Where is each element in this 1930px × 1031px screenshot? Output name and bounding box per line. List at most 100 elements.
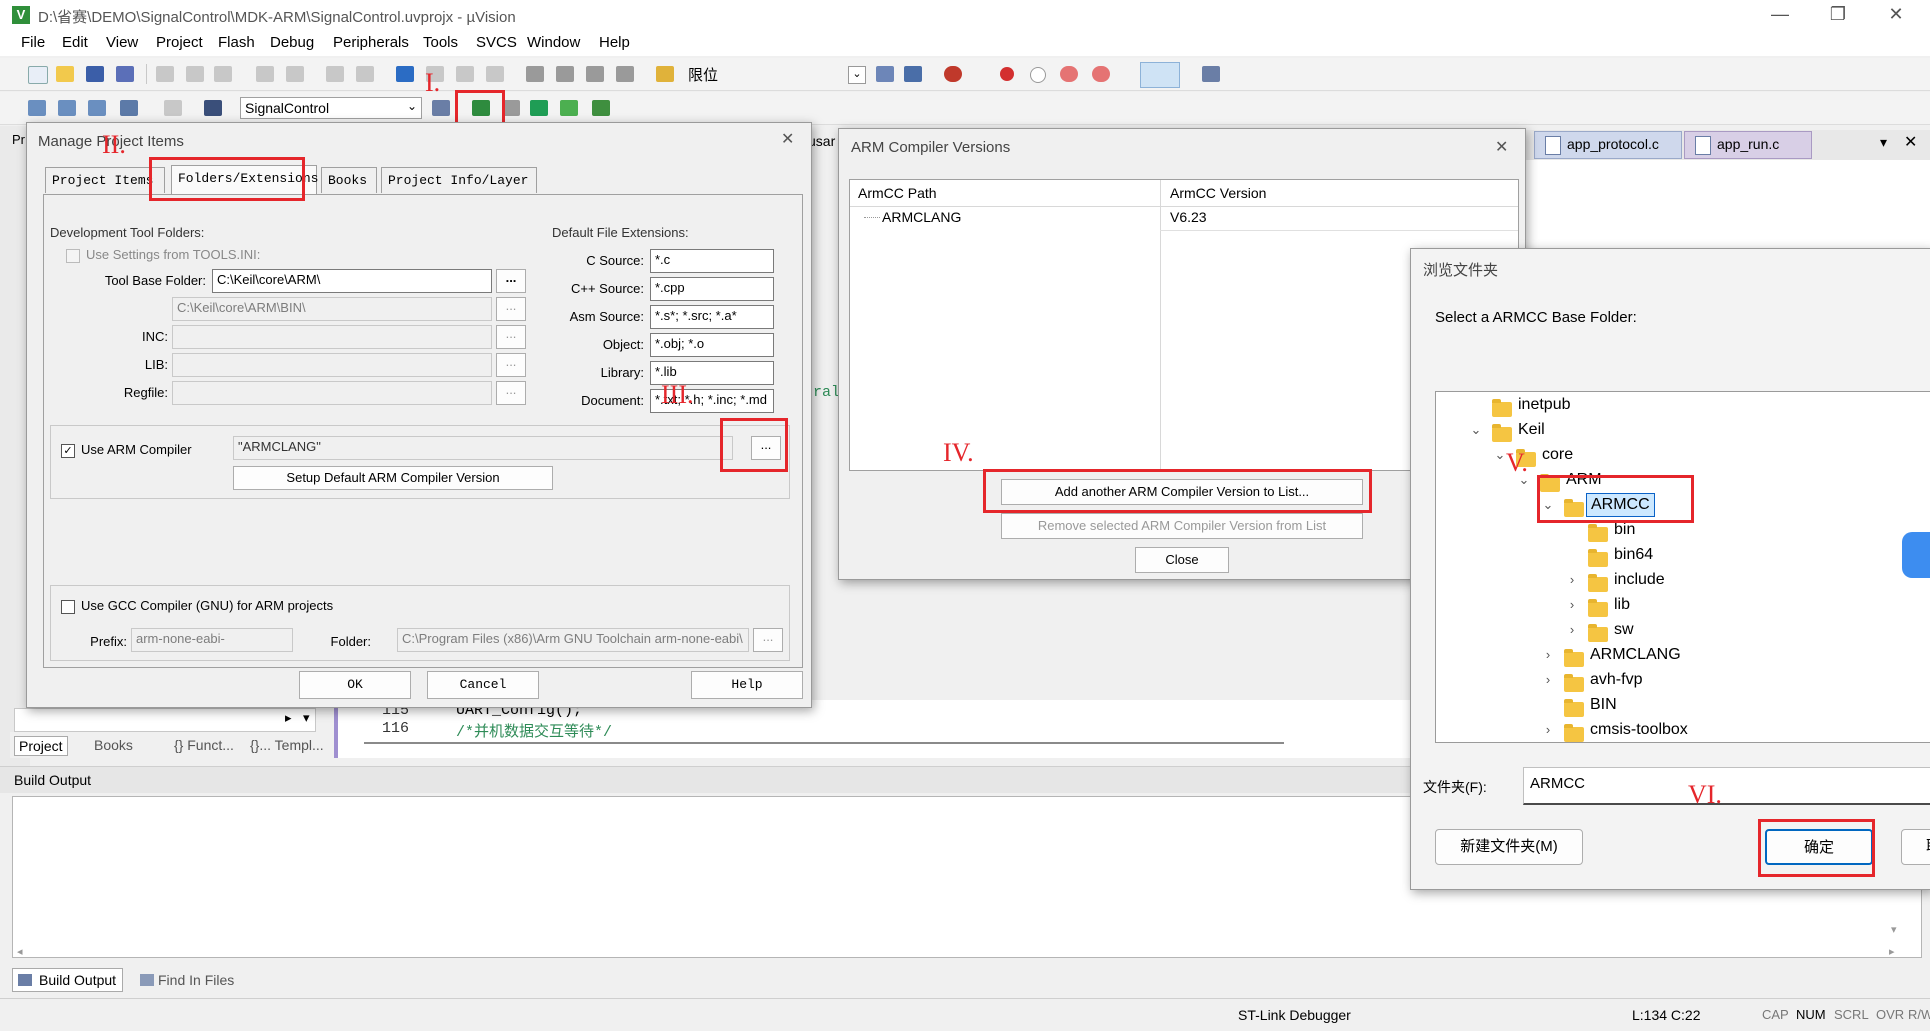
uncomment-icon[interactable] (616, 66, 634, 82)
incremental-find-icon[interactable] (904, 66, 922, 82)
tab-list-dropdown-icon[interactable]: ▾ (1880, 134, 1887, 151)
ext-c-field[interactable]: *.c (650, 249, 774, 273)
tool-base-field[interactable]: C:\Keil\core\ARM\ (212, 269, 492, 293)
chevron-right-icon[interactable]: › (1538, 718, 1558, 742)
folder-tree-item[interactable]: › sw (1436, 618, 1930, 643)
tab-project-info-layer[interactable]: Project Info/Layer (381, 167, 537, 193)
scroll-down-icon[interactable]: ▾ (303, 710, 310, 726)
menu-help[interactable]: Help (599, 34, 630, 51)
menu-debug[interactable]: Debug (270, 34, 314, 51)
navigate-back-icon[interactable] (326, 66, 344, 82)
menu-file[interactable]: File (21, 34, 45, 51)
tab-project-items[interactable]: Project Items (45, 167, 165, 193)
editor-bottom-region[interactable]: 115 UART_Config(); 116 /*并机数据交互等待*/ (334, 700, 1438, 758)
download-load-icon[interactable] (204, 100, 222, 116)
chevron-right-icon[interactable]: › (1562, 618, 1582, 642)
inc-browse-button[interactable]: ... (496, 325, 526, 349)
setup-default-compiler-button[interactable]: Setup Default ARM Compiler Version (233, 466, 553, 490)
scroll-right-icon[interactable]: ▸ (285, 710, 292, 726)
save-icon[interactable] (86, 66, 104, 82)
find-dropdown-chevron-icon[interactable]: ⌄ (848, 66, 866, 84)
stop-build-icon[interactable] (164, 100, 182, 116)
menu-peripherals[interactable]: Peripherals (333, 34, 409, 51)
disable-all-breakpoints-icon[interactable] (1092, 66, 1110, 82)
copy-icon[interactable] (186, 66, 204, 82)
ext-cpp-field[interactable]: *.cpp (650, 277, 774, 301)
folder-tree-item[interactable]: › avh-fvp (1436, 668, 1930, 693)
select-packs-icon[interactable] (560, 100, 578, 116)
use-gcc-checkbox[interactable] (61, 600, 75, 614)
restore-button[interactable]: ❐ (1826, 4, 1850, 25)
gcc-folder-browse-button[interactable]: ... (753, 628, 783, 652)
bin-field[interactable]: C:\Keil\core\ARM\BIN\ (172, 297, 492, 321)
folder-tree-item[interactable]: › ARMCLANG (1436, 643, 1930, 668)
kill-breakpoints-icon[interactable] (1060, 66, 1078, 82)
horizontal-scrollbar[interactable] (364, 742, 1284, 744)
tab-project[interactable]: Project (14, 736, 68, 756)
folder-tree-item[interactable]: › include (1436, 568, 1930, 593)
close-editor-icon[interactable]: ✕ (1904, 132, 1917, 152)
folder-tree-item[interactable]: inetpub (1436, 393, 1930, 418)
use-settings-checkbox[interactable] (66, 249, 80, 263)
col-armcc-path[interactable]: ArmCC Path (858, 185, 937, 201)
new-folder-button[interactable]: 新建文件夹(M) (1435, 829, 1583, 865)
chevron-right-icon[interactable]: › (1562, 593, 1582, 617)
editor-tab-app-protocol[interactable]: app_protocol.c (1534, 131, 1682, 159)
folder-tree-item[interactable]: BIN (1436, 693, 1930, 718)
ext-asm-field[interactable]: *.s*; *.src; *.a* (650, 305, 774, 329)
indent-icon[interactable] (526, 66, 544, 82)
chevron-down-icon[interactable]: ⌄ (1466, 418, 1486, 442)
build-icon[interactable] (58, 100, 76, 116)
folder-tree[interactable]: inetpub ⌄ Keil ⌄ core ⌄ ARM ⌄ ARMCC bin bin64 › incl… (1435, 391, 1930, 743)
menu-tools[interactable]: Tools (423, 34, 458, 51)
folder-tree-item[interactable]: ⌄ Keil (1436, 418, 1930, 443)
floating-link-widget-icon[interactable] (1902, 532, 1930, 578)
tab-books[interactable]: Books (94, 737, 133, 753)
new-file-icon[interactable] (28, 66, 48, 84)
tab-books[interactable]: Books (321, 167, 377, 193)
save-all-icon[interactable] (116, 66, 134, 82)
unindent-icon[interactable] (556, 66, 574, 82)
folder-tree-item[interactable]: › cmsis-toolbox (1436, 718, 1930, 742)
lib-browse-button[interactable]: ... (496, 353, 526, 377)
options-for-target-icon[interactable] (432, 100, 450, 116)
find-text-combo[interactable]: 限位 (688, 64, 718, 85)
scroll-left-icon[interactable]: ◂ (17, 945, 23, 958)
folder-tree-item[interactable]: bin64 (1436, 543, 1930, 568)
clear-bookmarks-icon[interactable] (486, 66, 504, 82)
compiler-row[interactable]: ARMCLANG V6.23 (850, 206, 1518, 230)
manage-dialog-close-button[interactable]: ✕ (781, 129, 794, 149)
help-button[interactable]: Help (691, 671, 803, 699)
breakpoint-icon[interactable] (1000, 67, 1014, 81)
use-arm-compiler-checkbox[interactable]: ✓ (61, 444, 75, 458)
open-file-icon[interactable] (56, 66, 74, 82)
tab-functions[interactable]: {} Funct... (174, 737, 234, 753)
cut-icon[interactable] (156, 66, 174, 82)
redo-icon[interactable] (286, 66, 304, 82)
bin-browse-button[interactable]: ... (496, 297, 526, 321)
close-window-button[interactable]: ✕ (1884, 4, 1908, 25)
gcc-folder-field[interactable]: C:\Program Files (x86)\Arm GNU Toolchain… (397, 628, 749, 652)
manage-rte-icon[interactable] (592, 100, 610, 116)
folder-field[interactable]: ARMCC (1523, 767, 1930, 805)
ext-object-field[interactable]: *.obj; *.o (650, 333, 774, 357)
regfile-field[interactable] (172, 381, 492, 405)
regfile-browse-button[interactable]: ... (496, 381, 526, 405)
tab-templates[interactable]: {}... Templ... (250, 737, 324, 753)
rebuild-icon[interactable] (88, 100, 106, 116)
editor-tab-usar[interactable]: usar (808, 133, 835, 149)
project-panel-scrollbar[interactable]: ▸ ▾ (14, 708, 316, 732)
paste-icon[interactable] (214, 66, 232, 82)
bookmark-icon[interactable] (396, 66, 414, 82)
inc-field[interactable] (172, 325, 492, 349)
target-select[interactable]: SignalControl ⌄ (240, 97, 422, 119)
pack-installer-icon[interactable] (530, 100, 548, 116)
ok-button[interactable]: OK (299, 671, 411, 699)
menu-flash[interactable]: Flash (218, 34, 255, 51)
debug-session-icon[interactable] (944, 66, 962, 82)
navigate-forward-icon[interactable] (356, 66, 374, 82)
translate-icon[interactable] (28, 100, 46, 116)
chevron-right-icon[interactable]: › (1562, 568, 1582, 592)
window-layout-button[interactable] (1140, 62, 1180, 88)
menu-svcs[interactable]: SVCS (476, 34, 517, 51)
